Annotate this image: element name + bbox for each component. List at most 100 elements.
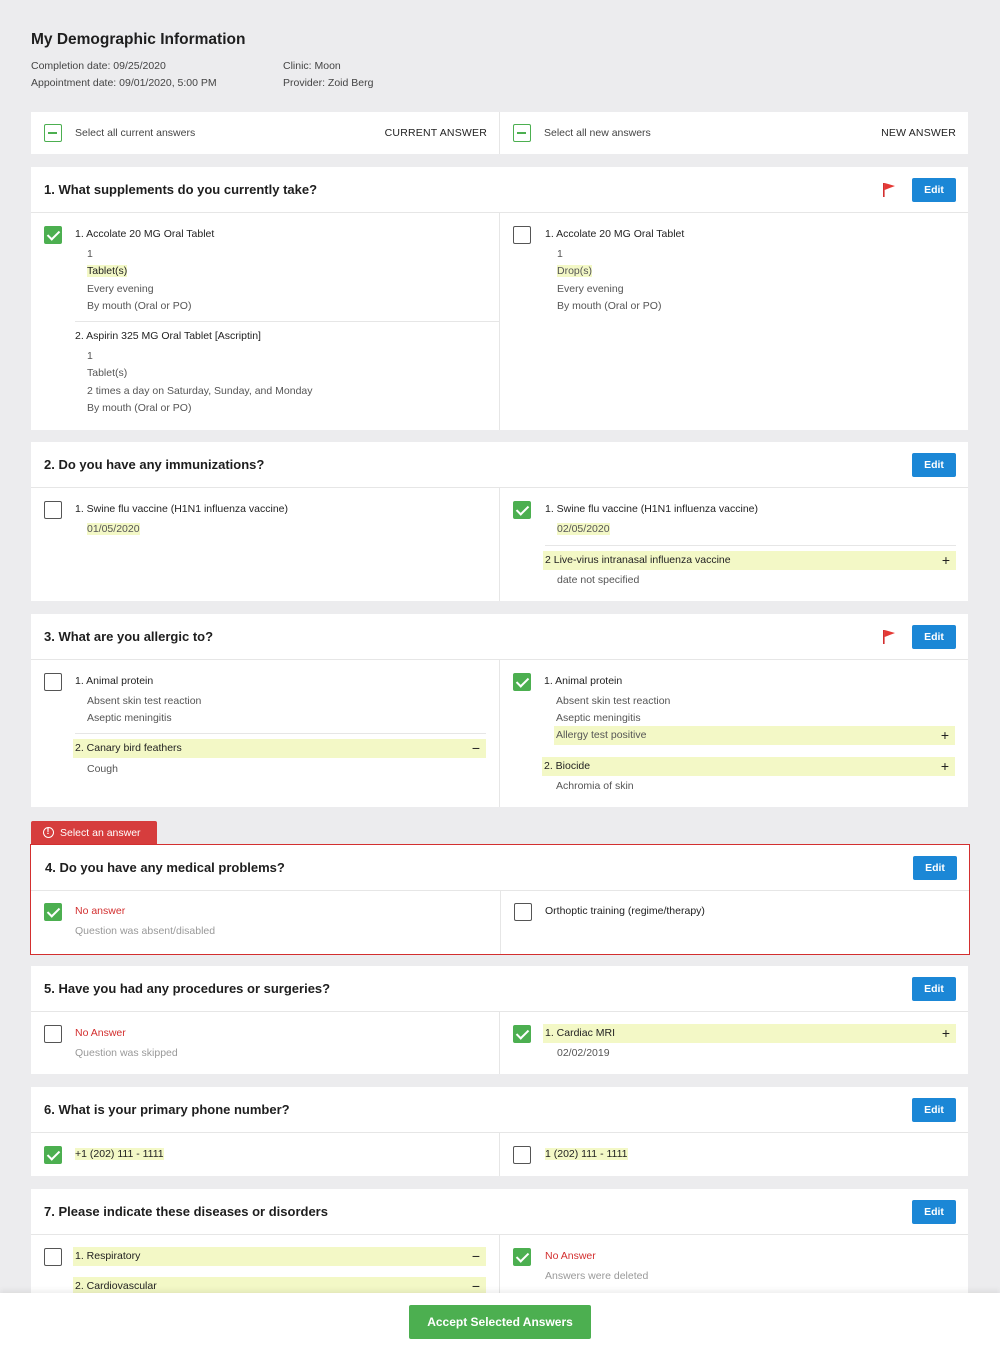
current-item-name: 1. Animal protein — [75, 675, 154, 687]
new-answer-checkbox[interactable] — [513, 226, 531, 244]
question-card-2: 2. Do you have any immunizations? Edit 1… — [31, 442, 968, 601]
edit-button[interactable]: Edit — [913, 856, 957, 880]
question-header: 1. What supplements do you currently tak… — [31, 167, 968, 213]
question-header: 2. Do you have any immunizations? Edit — [31, 442, 968, 488]
column-divider — [499, 660, 500, 807]
expand-icon[interactable]: + — [941, 726, 949, 745]
new-answer-checkbox[interactable] — [513, 673, 531, 691]
new-added-item: 1. Cardiac MRI + — [543, 1024, 956, 1043]
current-item-name: 1. Respiratory — [75, 1250, 141, 1262]
current-item-route: By mouth (Oral or PO) — [87, 300, 192, 312]
collapse-icon[interactable]: − — [472, 1277, 480, 1293]
column-divider — [499, 1133, 500, 1176]
question-header: 6. What is your primary phone number? Ed… — [31, 1087, 968, 1133]
new-phone-value: 1 (202) 111 - 1111 — [545, 1148, 628, 1160]
item-separator — [545, 545, 956, 546]
current-item-route: By mouth (Oral or PO) — [87, 402, 192, 414]
question-header: 3. What are you allergic to? Edit — [31, 614, 968, 660]
select-all-new-checkbox[interactable] — [513, 124, 531, 142]
question-title: 2. Do you have any immunizations? — [44, 457, 265, 472]
current-item-name: 2. Canary bird feathers — [75, 742, 182, 754]
current-added-item: 1. Respiratory − — [73, 1247, 486, 1266]
column-divider — [499, 213, 500, 430]
current-item-reaction: Cough — [87, 763, 118, 775]
question-title: 1. What supplements do you currently tak… — [44, 182, 318, 197]
current-answer-checkbox[interactable] — [44, 501, 62, 519]
column-divider — [499, 1012, 500, 1074]
question-header: 5. Have you had any procedures or surger… — [31, 966, 968, 1012]
page-title: My Demographic Information — [31, 31, 246, 48]
new-answer-checkbox[interactable] — [513, 1146, 531, 1164]
new-item-date: 02/02/2019 — [557, 1047, 610, 1059]
current-answer-header: Select all current answers CURRENT ANSWE… — [31, 112, 499, 154]
new-added-item: 2 Live-virus intranasal influenza vaccin… — [543, 551, 956, 570]
current-answer-checkbox[interactable] — [44, 1248, 62, 1266]
current-answer-tag: CURRENT ANSWER — [384, 127, 487, 139]
no-answer-label: No answer — [75, 905, 126, 917]
new-answer-checkbox[interactable] — [513, 1248, 531, 1266]
edit-button[interactable]: Edit — [912, 625, 956, 649]
expand-icon[interactable]: + — [942, 551, 950, 570]
new-item-date: date not specified — [557, 574, 640, 586]
flag-icon[interactable] — [882, 629, 896, 645]
current-answer-checkbox[interactable] — [44, 903, 62, 921]
select-all-bar: Select all current answers CURRENT ANSWE… — [31, 112, 968, 154]
current-answer-checkbox[interactable] — [44, 673, 62, 691]
page-content: My Demographic Information Completion da… — [0, 0, 1000, 1293]
footer-bar: Accept Selected Answers — [0, 1293, 1000, 1352]
collapse-icon[interactable]: − — [472, 739, 480, 758]
no-answer-note: Question was skipped — [75, 1047, 178, 1059]
new-item-reaction: Allergy test positive — [556, 729, 647, 741]
edit-button[interactable]: Edit — [912, 1200, 956, 1224]
flag-icon[interactable] — [882, 182, 896, 198]
select-all-new-label: Select all new answers — [544, 127, 651, 139]
current-item-unit: Tablet(s) — [87, 265, 128, 277]
question-title: 5. Have you had any procedures or surger… — [44, 981, 331, 996]
new-item-frequency: Every evening — [557, 283, 624, 295]
current-item-unit: Tablet(s) — [87, 367, 128, 379]
edit-button[interactable]: Edit — [912, 977, 956, 1001]
column-divider — [499, 1235, 500, 1293]
question-card-6: 6. What is your primary phone number? Ed… — [31, 1087, 968, 1176]
new-item-name: 1. Cardiac MRI — [545, 1027, 616, 1039]
accept-selected-answers-button[interactable]: Accept Selected Answers — [409, 1305, 591, 1339]
completion-date: Completion date: 09/25/2020 — [31, 60, 166, 72]
new-item-reaction: Aseptic meningitis — [556, 712, 641, 724]
current-item-quantity: 1 — [87, 350, 93, 362]
current-item-name: 1. Swine flu vaccine (H1N1 influenza vac… — [75, 503, 289, 515]
new-answer-checkbox[interactable] — [514, 903, 532, 921]
new-item-name: 2. Biocide — [544, 760, 591, 772]
edit-button[interactable]: Edit — [912, 1098, 956, 1122]
current-answer-checkbox[interactable] — [44, 1146, 62, 1164]
current-item-frequency: Every evening — [87, 283, 154, 295]
current-added-item: 2. Canary bird feathers − — [73, 739, 486, 758]
new-item-name: 2 Live-virus intranasal influenza vaccin… — [545, 554, 731, 566]
question-header: 4. Do you have any medical problems? Edi… — [31, 845, 969, 891]
new-answer-checkbox[interactable] — [513, 501, 531, 519]
edit-button[interactable]: Edit — [912, 178, 956, 202]
no-answer-note: Answers were deleted — [545, 1270, 649, 1282]
column-divider — [499, 488, 500, 601]
no-answer-label: No Answer — [545, 1250, 596, 1262]
current-item-date: 01/05/2020 — [87, 523, 140, 535]
question-card-3: 3. What are you allergic to? Edit 1. Ani… — [31, 614, 968, 807]
new-item-reaction: Absent skin test reaction — [556, 695, 671, 707]
error-message: Select an answer — [60, 826, 141, 839]
collapse-icon[interactable]: − — [472, 1247, 480, 1266]
new-item-quantity: 1 — [557, 248, 563, 260]
current-answer-checkbox[interactable] — [44, 226, 62, 244]
question-title: 6. What is your primary phone number? — [44, 1102, 290, 1117]
expand-icon[interactable]: + — [942, 1024, 950, 1043]
no-answer-label: No Answer — [75, 1027, 126, 1039]
error-badge: Select an answer — [31, 821, 157, 844]
new-item-date: 02/05/2020 — [557, 523, 610, 535]
no-answer-note: Question was absent/disabled — [75, 925, 216, 937]
new-answer-checkbox[interactable] — [513, 1025, 531, 1043]
clinic-name: Clinic: Moon — [283, 60, 341, 72]
current-answer-checkbox[interactable] — [44, 1025, 62, 1043]
select-all-current-checkbox[interactable] — [44, 124, 62, 142]
column-divider — [500, 891, 501, 954]
new-item-name: 1. Swine flu vaccine (H1N1 influenza vac… — [545, 503, 759, 515]
expand-icon[interactable]: + — [941, 757, 949, 776]
edit-button[interactable]: Edit — [912, 453, 956, 477]
